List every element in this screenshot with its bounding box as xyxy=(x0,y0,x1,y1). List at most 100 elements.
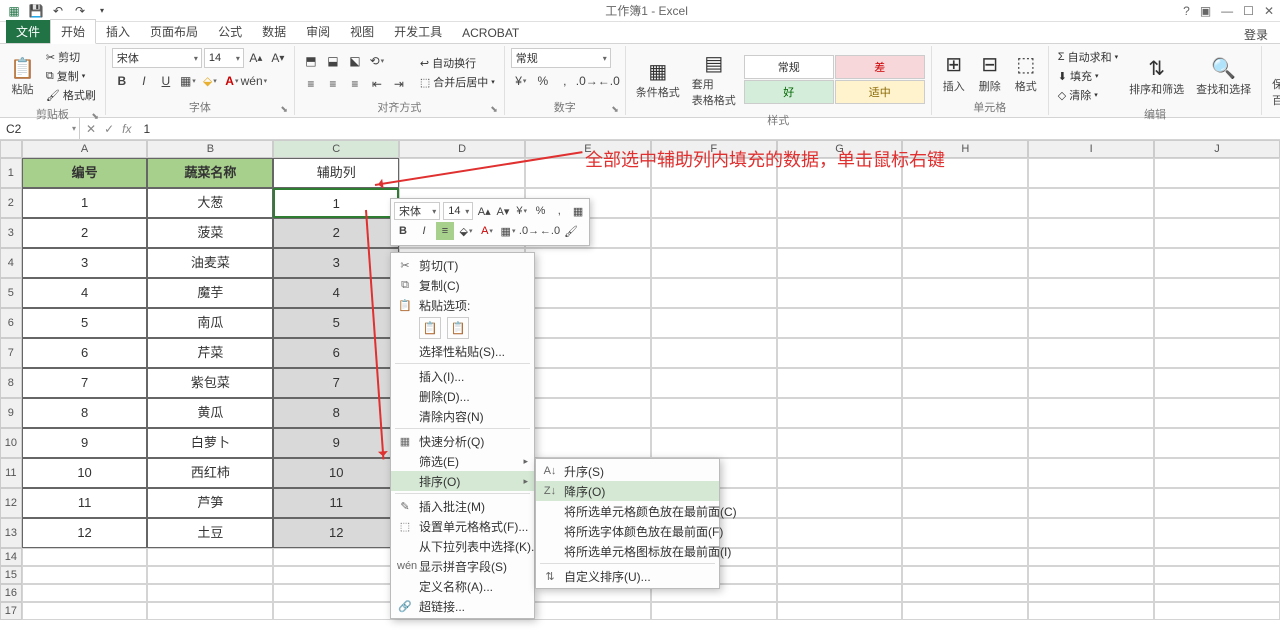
cell[interactable] xyxy=(777,368,903,398)
cell[interactable] xyxy=(22,566,148,584)
save-icon[interactable]: 💾 xyxy=(28,3,44,19)
cell[interactable] xyxy=(651,158,777,188)
style-normal[interactable]: 常规 xyxy=(744,55,834,79)
cell[interactable] xyxy=(525,278,651,308)
cell[interactable] xyxy=(1154,218,1280,248)
cell[interactable] xyxy=(777,584,903,602)
dialog-launcher-icon[interactable]: ⬊ xyxy=(490,104,498,115)
grow-font-icon[interactable]: A▴ xyxy=(476,202,492,220)
ctx-sort[interactable]: 排序(O)▸ xyxy=(391,471,534,491)
cell[interactable]: 油麦菜 xyxy=(147,248,273,278)
cell[interactable] xyxy=(525,368,651,398)
cell[interactable] xyxy=(902,566,1028,584)
format-painter-icon[interactable]: 🖌 xyxy=(562,222,580,240)
cell[interactable] xyxy=(1154,602,1280,620)
row-header[interactable]: 11 xyxy=(0,458,22,488)
underline-icon[interactable]: U xyxy=(156,71,176,91)
autosum-button[interactable]: Σ自动求和▾ xyxy=(1055,48,1121,66)
mini-size-combo[interactable]: 14 xyxy=(443,202,473,220)
cell[interactable] xyxy=(1028,584,1154,602)
paste-option-icon[interactable]: 📋 xyxy=(447,317,469,339)
cell[interactable] xyxy=(651,428,777,458)
row-header[interactable]: 4 xyxy=(0,248,22,278)
decrease-decimal-icon[interactable]: ←.0 xyxy=(599,71,619,91)
fill-color-icon[interactable]: ⬙ xyxy=(457,222,475,240)
align-left-icon[interactable]: ≡ xyxy=(301,74,321,94)
tab-dev[interactable]: 开发工具 xyxy=(384,20,452,43)
paste-option-icon[interactable]: 📋 xyxy=(419,317,441,339)
cell[interactable] xyxy=(1028,548,1154,566)
cell[interactable] xyxy=(1154,308,1280,338)
select-all-button[interactable] xyxy=(0,140,22,158)
increase-decimal-icon[interactable]: .0→ xyxy=(577,71,597,91)
cell[interactable] xyxy=(902,248,1028,278)
cell[interactable] xyxy=(525,248,651,278)
cell[interactable] xyxy=(1154,368,1280,398)
cell[interactable] xyxy=(651,338,777,368)
cell[interactable] xyxy=(777,428,903,458)
minimize-icon[interactable]: — xyxy=(1221,4,1233,18)
cell[interactable] xyxy=(902,398,1028,428)
cell[interactable] xyxy=(902,188,1028,218)
cell[interactable] xyxy=(777,248,903,278)
col-header-I[interactable]: I xyxy=(1028,140,1154,158)
cell[interactable]: 8 xyxy=(22,398,148,428)
cell[interactable] xyxy=(777,188,903,218)
tab-layout[interactable]: 页面布局 xyxy=(140,20,208,43)
row-header[interactable]: 2 xyxy=(0,188,22,218)
tab-home[interactable]: 开始 xyxy=(50,19,96,44)
cell[interactable]: 10 xyxy=(22,458,148,488)
row-header[interactable]: 12 xyxy=(0,488,22,518)
bold-icon[interactable]: B xyxy=(394,222,412,240)
cell[interactable]: 西红柿 xyxy=(147,458,273,488)
cell[interactable]: 芹菜 xyxy=(147,338,273,368)
find-select-button[interactable]: 🔍查找和选择 xyxy=(1192,53,1255,99)
cell[interactable]: 3 xyxy=(22,248,148,278)
merge-center-button[interactable]: ⬚合并后居中▾ xyxy=(417,73,498,91)
shrink-font-icon[interactable]: A▾ xyxy=(268,48,288,68)
style-neutral[interactable]: 适中 xyxy=(835,80,925,104)
cell[interactable]: 12 xyxy=(22,518,148,548)
col-header-E[interactable]: E xyxy=(525,140,651,158)
italic-icon[interactable]: I xyxy=(134,71,154,91)
font-color-icon[interactable]: A xyxy=(222,71,242,91)
increase-decimal-icon[interactable]: .0→ xyxy=(520,222,538,240)
cell[interactable] xyxy=(777,488,903,518)
cell[interactable] xyxy=(273,584,399,602)
ctx-sort-custom[interactable]: ⇅自定义排序(U)... xyxy=(536,566,719,586)
cell[interactable]: 紫包菜 xyxy=(147,368,273,398)
ctx-sort-desc[interactable]: Z↓降序(O) xyxy=(536,481,719,501)
conditional-format-button[interactable]: ▦条件格式 xyxy=(632,56,684,102)
cell[interactable] xyxy=(1154,518,1280,548)
cell[interactable] xyxy=(902,338,1028,368)
style-good[interactable]: 好 xyxy=(744,80,834,104)
cell[interactable] xyxy=(902,158,1028,188)
font-color-icon[interactable]: A xyxy=(478,222,496,240)
redo-icon[interactable]: ↷ xyxy=(72,3,88,19)
cell[interactable]: 白萝卜 xyxy=(147,428,273,458)
row-header[interactable]: 7 xyxy=(0,338,22,368)
orientation-icon[interactable]: ⟲ xyxy=(367,51,387,71)
cell[interactable] xyxy=(651,602,777,620)
cell[interactable]: 11 xyxy=(22,488,148,518)
col-header-C[interactable]: C xyxy=(273,140,399,158)
cell[interactable] xyxy=(902,488,1028,518)
fill-color-icon[interactable]: ⬙ xyxy=(200,71,220,91)
percent-icon[interactable]: % xyxy=(533,71,553,91)
cell[interactable] xyxy=(902,278,1028,308)
cancel-icon[interactable]: ✕ xyxy=(86,122,96,136)
ctx-sort-asc[interactable]: A↓升序(S) xyxy=(536,461,719,481)
cell-styles-gallery[interactable]: 常规 差 好 适中 xyxy=(744,55,925,104)
undo-icon[interactable]: ↶ xyxy=(50,3,66,19)
cell[interactable] xyxy=(22,602,148,620)
cell[interactable]: 5 xyxy=(273,308,399,338)
format-cells-button[interactable]: ⬚格式 xyxy=(1010,50,1042,96)
cell[interactable] xyxy=(902,584,1028,602)
fill-button[interactable]: ⬇填充▾ xyxy=(1055,67,1121,85)
phonetic-icon[interactable]: wén xyxy=(244,71,264,91)
cell[interactable] xyxy=(1154,338,1280,368)
row-header[interactable]: 16 xyxy=(0,584,22,602)
align-top-icon[interactable]: ⬒ xyxy=(301,51,321,71)
ribbon-opts-icon[interactable]: ▣ xyxy=(1200,4,1211,18)
ctx-filter[interactable]: 筛选(E)▸ xyxy=(391,451,534,471)
